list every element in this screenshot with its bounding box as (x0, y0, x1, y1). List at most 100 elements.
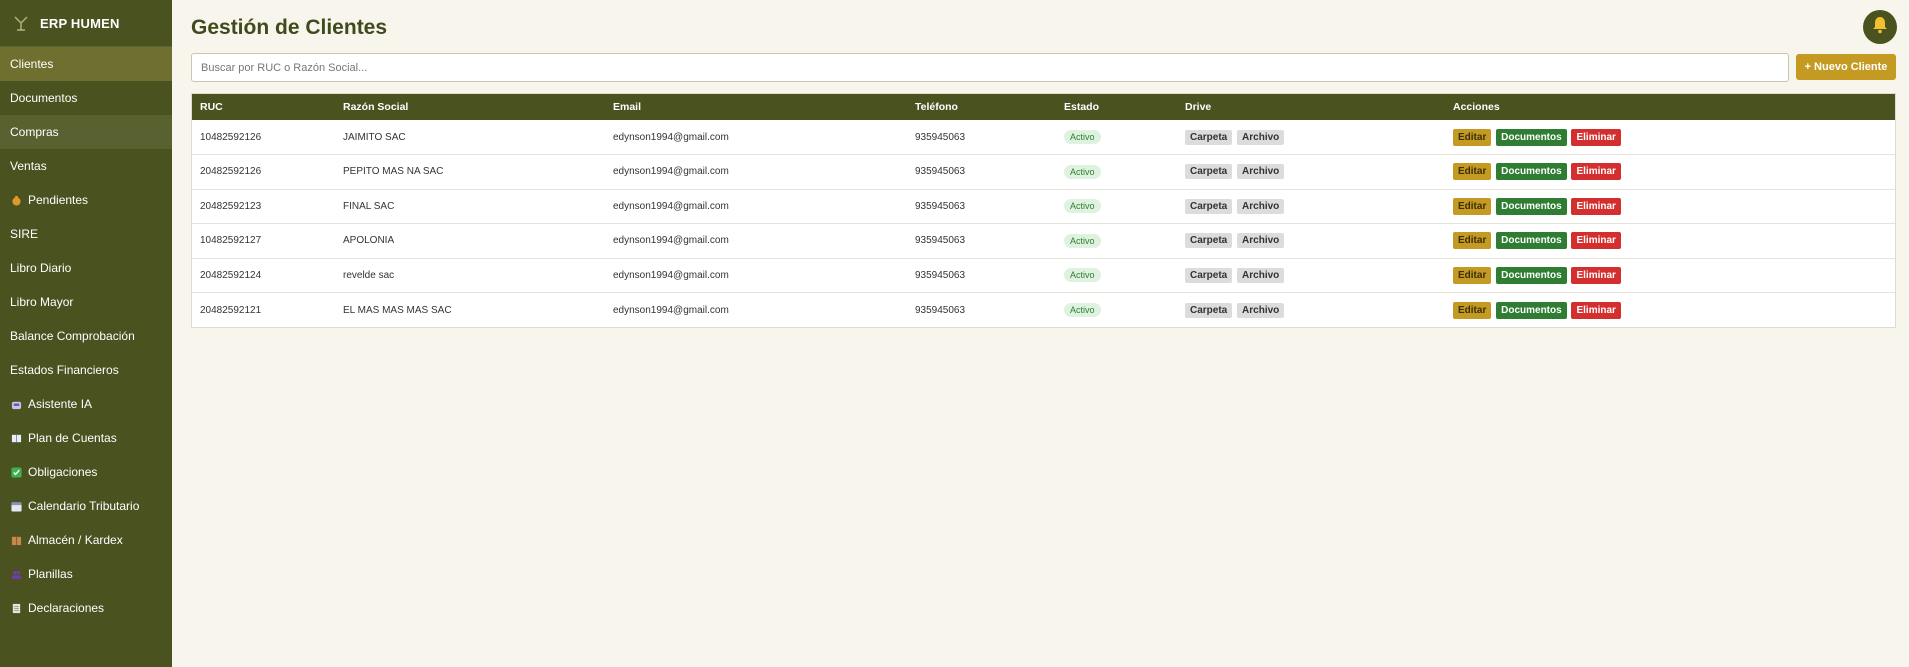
cell-razon-social: JAIMITO SAC (343, 131, 406, 143)
sidebar-item-label: Clientes (10, 57, 54, 71)
sidebar-nav: Clientes Documentos Compras Ventas Pendiente… (0, 47, 172, 625)
delete-button[interactable]: Eliminar (1571, 232, 1621, 250)
sidebar-item-compras[interactable]: Compras (0, 115, 172, 149)
robot-icon (10, 398, 22, 410)
drive-folder-button[interactable]: Carpeta (1185, 233, 1233, 249)
cell-razon-social: PEPITO MAS NA SAC (343, 166, 444, 178)
documents-button[interactable]: Documentos (1496, 232, 1567, 250)
cell-drive: Carpeta Archivo (1177, 224, 1445, 259)
delete-button[interactable]: Eliminar (1571, 128, 1621, 146)
sidebar-item-declaraciones[interactable]: Declaraciones (0, 591, 172, 625)
sidebar-item-documentos[interactable]: Documentos (0, 81, 172, 115)
new-client-button[interactable]: + Nuevo Cliente (1796, 54, 1896, 80)
sidebar-item-libro-mayor[interactable]: Libro Mayor (0, 285, 172, 319)
drive-file-button[interactable]: Archivo (1237, 302, 1285, 318)
sidebar-item-balance-comprobacion[interactable]: Balance Comprobación (0, 319, 172, 353)
status-badge: Activo (1064, 303, 1101, 317)
sidebar-item-clientes[interactable]: Clientes (0, 47, 172, 81)
edit-button[interactable]: Editar (1453, 128, 1492, 146)
documents-button[interactable]: Documentos (1496, 128, 1567, 146)
edit-button[interactable]: Editar (1453, 197, 1492, 215)
cell-ruc: 20482592126 (200, 166, 262, 178)
edit-button[interactable]: Editar (1453, 301, 1492, 319)
sidebar-item-label: Calendario Tributario (28, 499, 140, 513)
delete-button[interactable]: Eliminar (1571, 301, 1621, 319)
drive-folder-button[interactable]: Carpeta (1185, 164, 1233, 180)
cell-razon-social: revelde sac (343, 269, 395, 281)
cell-email: edynson1994@gmail.com (613, 235, 729, 247)
column-header-email: Email (613, 101, 642, 113)
sidebar-item-label: Estados Financieros (10, 363, 119, 377)
edit-button[interactable]: Editar (1453, 163, 1492, 181)
sidebar-item-almacen-kardex[interactable]: Almacén / Kardex (0, 523, 172, 557)
status-badge: Activo (1064, 233, 1101, 248)
search-input[interactable] (191, 53, 1789, 82)
main-content: Gestión de Clientes + Nuevo Cliente RUC … (172, 0, 1909, 667)
documents-button[interactable]: Documentos (1496, 163, 1567, 181)
logo-icon (12, 14, 30, 32)
table-row: 20482592123 FINAL SAC edynson1994@gmail.… (192, 189, 1895, 224)
drive-folder-button[interactable]: Carpeta (1185, 302, 1233, 318)
cell-ruc: 20482592121 (200, 304, 262, 316)
sidebar-item-asistente-ia[interactable]: Asistente IA (0, 387, 172, 421)
table-row: 10482592127 APOLONIA edynson1994@gmail.c… (192, 224, 1895, 259)
drive-folder-button[interactable]: Carpeta (1185, 267, 1233, 283)
cell-drive: Carpeta Archivo (1177, 293, 1445, 328)
cell-ruc: 20482592123 (200, 200, 262, 212)
drive-file-button[interactable]: Archivo (1237, 233, 1285, 249)
cell-estado: Activo (1056, 155, 1177, 190)
sidebar-item-plan-de-cuentas[interactable]: Plan de Cuentas (0, 421, 172, 455)
delete-button[interactable]: Eliminar (1571, 197, 1621, 215)
drive-file-button[interactable]: Archivo (1237, 164, 1285, 180)
sidebar-item-planillas[interactable]: Planillas (0, 557, 172, 591)
sidebar-item-label: Ventas (10, 159, 47, 173)
page-title: Gestión de Clientes (191, 16, 388, 39)
status-badge: Activo (1064, 268, 1101, 283)
cell-acciones: Editar Documentos Eliminar (1445, 189, 1895, 224)
cell-drive: Carpeta Archivo (1177, 189, 1445, 224)
sidebar-item-libro-diario[interactable]: Libro Diario (0, 251, 172, 285)
sidebar-item-label: Plan de Cuentas (28, 431, 117, 445)
edit-button[interactable]: Editar (1453, 232, 1492, 250)
drive-folder-button[interactable]: Carpeta (1185, 129, 1233, 145)
sidebar-item-label: Planillas (28, 567, 73, 581)
table-row: 10482592126 JAIMITO SAC edynson1994@gmai… (192, 120, 1895, 155)
sidebar-item-label: Obligaciones (28, 465, 98, 479)
sidebar-item-pendientes[interactable]: Pendientes (0, 183, 172, 217)
table-row: 20482592121 EL MAS MAS MAS SAC edynson19… (192, 293, 1895, 328)
sidebar-item-ventas[interactable]: Ventas (0, 149, 172, 183)
cell-estado: Activo (1056, 120, 1177, 155)
delete-button[interactable]: Eliminar (1571, 163, 1621, 181)
documents-button[interactable]: Documentos (1496, 266, 1567, 284)
documents-button[interactable]: Documentos (1496, 301, 1567, 319)
sidebar-item-label: Pendientes (28, 193, 89, 207)
cell-acciones: Editar Documentos Eliminar (1445, 293, 1895, 328)
status-badge: Activo (1064, 130, 1101, 144)
cell-telefono: 935945063 (915, 235, 966, 247)
cell-ruc: 10482592127 (200, 235, 262, 247)
cell-acciones: Editar Documentos Eliminar (1445, 224, 1895, 259)
sidebar-item-estados-financieros[interactable]: Estados Financieros (0, 353, 172, 387)
documents-button[interactable]: Documentos (1496, 197, 1567, 215)
cell-email: edynson1994@gmail.com (613, 166, 729, 178)
cell-razon-social: FINAL SAC (343, 200, 395, 212)
brand: ERP HUMEN (0, 0, 172, 47)
sidebar-item-label: Almacén / Kardex (28, 533, 123, 547)
sidebar-item-sire[interactable]: SIRE (0, 217, 172, 251)
drive-file-button[interactable]: Archivo (1237, 267, 1285, 283)
delete-button[interactable]: Eliminar (1571, 266, 1621, 284)
sidebar-item-obligaciones[interactable]: Obligaciones (0, 455, 172, 489)
drive-file-button[interactable]: Archivo (1237, 129, 1285, 145)
notifications-button[interactable] (1863, 10, 1897, 44)
calendar-icon (10, 500, 22, 512)
cell-razon-social: EL MAS MAS MAS SAC (343, 304, 452, 316)
edit-button[interactable]: Editar (1453, 266, 1492, 284)
drive-folder-button[interactable]: Carpeta (1185, 198, 1233, 214)
sidebar-item-calendario-tributario[interactable]: Calendario Tributario (0, 489, 172, 523)
cell-email: edynson1994@gmail.com (613, 131, 729, 143)
cell-acciones: Editar Documentos Eliminar (1445, 155, 1895, 190)
cell-telefono: 935945063 (915, 269, 966, 281)
column-header-telefono: Teléfono (915, 101, 958, 113)
drive-file-button[interactable]: Archivo (1237, 198, 1285, 214)
status-badge: Activo (1064, 199, 1101, 214)
